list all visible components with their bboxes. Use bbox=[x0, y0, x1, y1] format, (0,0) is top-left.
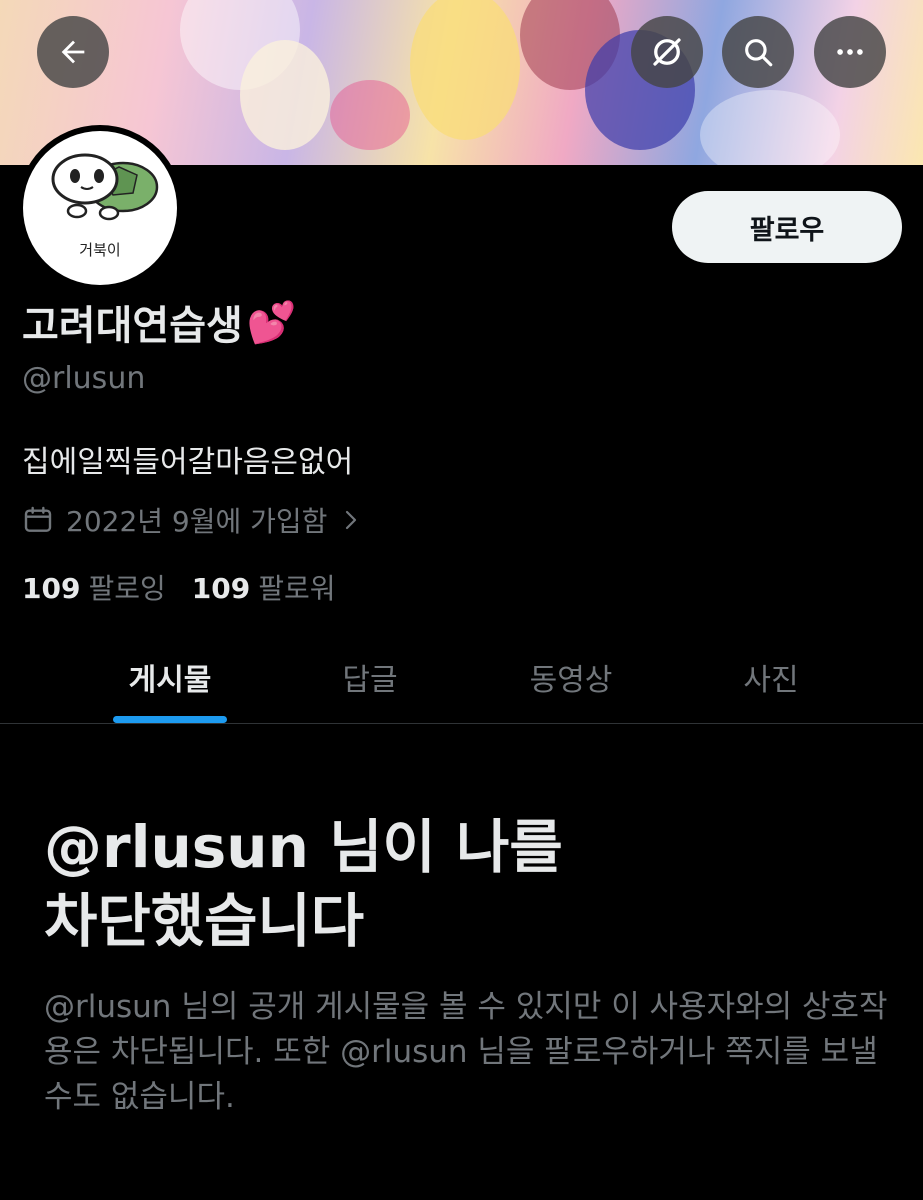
chevron-right-icon bbox=[346, 510, 357, 530]
following-count: 109 bbox=[22, 572, 81, 605]
turtle-icon bbox=[51, 153, 159, 221]
tab-replies[interactable]: 답글 bbox=[255, 630, 485, 723]
follow-stats: 109 팔로잉 109 팔로워 bbox=[22, 567, 335, 607]
blocked-description: @rlusun 님의 공개 게시물을 볼 수 있지만 이 사용자와의 상호작용은… bbox=[44, 989, 888, 1115]
following-link[interactable]: 109 팔로잉 bbox=[22, 567, 166, 607]
two-hearts-emoji: 💕 bbox=[246, 299, 297, 346]
following-label: 팔로잉 bbox=[88, 572, 166, 605]
avatar-caption: 거북이 bbox=[79, 241, 121, 259]
slashed-circle-icon bbox=[653, 38, 681, 66]
avatar-image: 거북이 bbox=[23, 131, 177, 285]
tab-photos[interactable]: 사진 bbox=[656, 630, 886, 723]
calendar-icon bbox=[24, 506, 52, 532]
followers-link[interactable]: 109 팔로워 bbox=[192, 567, 336, 607]
back-button[interactable] bbox=[37, 16, 109, 88]
avatar[interactable]: 거북이 bbox=[17, 125, 183, 291]
grok-button[interactable] bbox=[631, 16, 703, 88]
arrow-left-icon bbox=[61, 40, 85, 64]
followers-label: 팔로워 bbox=[258, 572, 336, 605]
search-button[interactable] bbox=[722, 16, 794, 88]
profile-tabs: 게시물 답글 동영상 사진 bbox=[0, 630, 923, 724]
tab-posts[interactable]: 게시물 bbox=[55, 630, 285, 723]
bio-text: 집에일찍들어갈마음은없어 bbox=[22, 445, 354, 480]
active-tab-indicator bbox=[113, 716, 227, 723]
display-name: 고려대연습생 💕 bbox=[22, 293, 297, 351]
more-horizontal-icon bbox=[837, 49, 863, 55]
tab-videos[interactable]: 동영상 bbox=[456, 630, 686, 723]
user-handle: @rlusun bbox=[22, 361, 146, 396]
blocked-title: @rlusun 님이 나를 차단했습니다 bbox=[44, 813, 563, 955]
followers-count: 109 bbox=[191, 572, 251, 605]
search-icon bbox=[745, 39, 773, 67]
display-name-text: 고려대연습생 bbox=[22, 303, 243, 349]
join-date-row[interactable]: 2022년 9월에 가입함 bbox=[22, 500, 363, 540]
more-button[interactable] bbox=[814, 16, 886, 88]
follow-button[interactable]: 팔로우 bbox=[672, 191, 902, 263]
join-date-text: 2022년 9월에 가입함 bbox=[66, 505, 328, 538]
